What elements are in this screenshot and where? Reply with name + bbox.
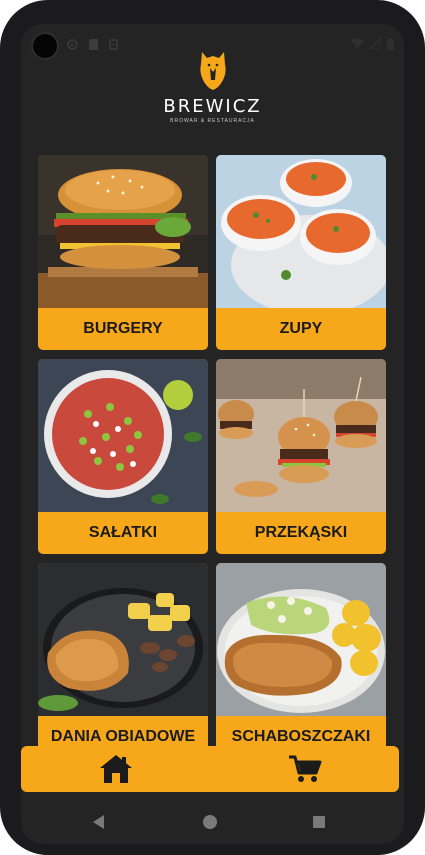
sliders-image: [216, 359, 386, 512]
app-tagline: BROWAR & RESTAURACJA: [170, 118, 255, 124]
category-card-przekaski[interactable]: PRZEKĄSKI: [216, 359, 386, 554]
recent-apps-icon[interactable]: [311, 814, 327, 830]
cart-icon: [288, 755, 321, 782]
category-card-burgery[interactable]: BURGERY: [38, 155, 208, 350]
system-navigation-bar: [21, 804, 404, 844]
app-name: BREWICZ: [163, 96, 262, 117]
category-label: ZUPY: [279, 320, 323, 337]
category-card-zupy[interactable]: ZUPY: [216, 155, 386, 350]
salad-image: [38, 359, 208, 512]
category-card-salatki[interactable]: SAŁATKI: [38, 359, 208, 554]
cart-nav-button[interactable]: [210, 746, 399, 792]
app-logo: BREWICZ BROWAR & RESTAURACJA: [21, 50, 404, 124]
home-nav-button[interactable]: [21, 746, 210, 792]
category-label: PRZEKĄSKI: [254, 524, 348, 541]
phone-frame: A BREWICZ BROWAR & RESTAURACJA BURGERY Z…: [0, 0, 425, 855]
dinner-image: [38, 563, 208, 716]
bear-logo-icon: [199, 52, 226, 90]
category-card-schaboszczaki[interactable]: SCHABOSZCZAKI: [216, 563, 386, 758]
home-icon: [99, 755, 132, 783]
schnitzel-image: [216, 563, 386, 716]
burger-image: [38, 155, 208, 308]
category-label: SAŁATKI: [88, 524, 158, 541]
back-icon[interactable]: [91, 814, 107, 830]
category-grid: BURGERY ZUPY SAŁATKI PRZEKĄSKI DANIA OBI…: [38, 155, 386, 758]
category-card-dania-obiadowe[interactable]: DANIA OBIADOWE: [38, 563, 208, 758]
bottom-navigation: [21, 746, 399, 792]
category-label: BURGERY: [83, 320, 163, 337]
home-circle-icon[interactable]: [202, 814, 218, 830]
app-screen: A BREWICZ BROWAR & RESTAURACJA BURGERY Z…: [21, 24, 404, 844]
soup-image: [216, 155, 386, 308]
